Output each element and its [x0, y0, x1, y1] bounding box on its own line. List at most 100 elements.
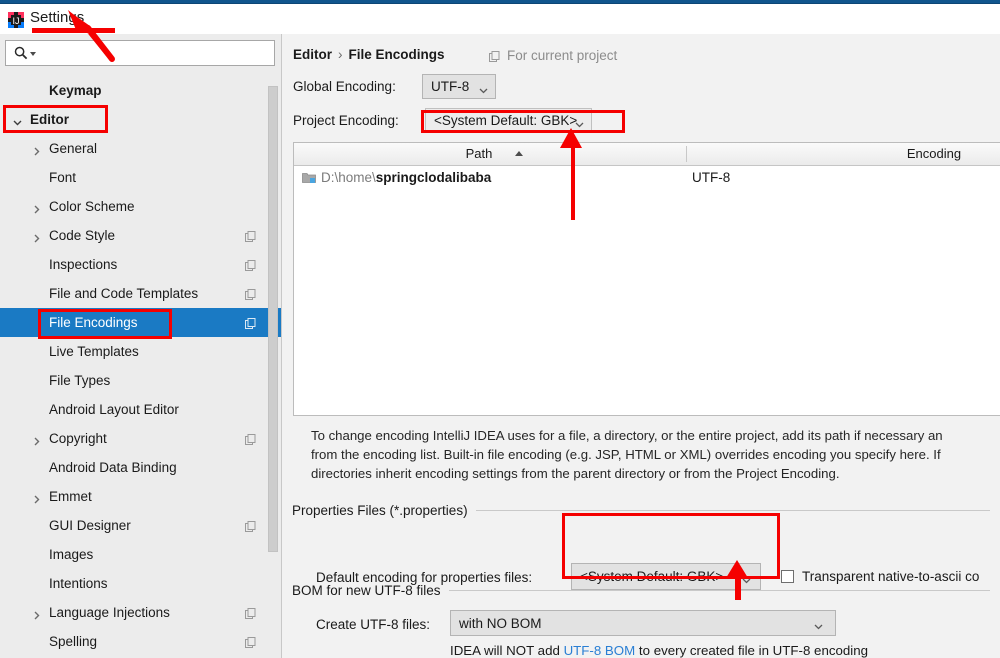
- sidebar-item-android-data-binding[interactable]: Android Data Binding: [0, 453, 281, 482]
- sidebar-item-editor[interactable]: Editor: [0, 105, 281, 134]
- chevron-right-icon[interactable]: [32, 492, 41, 504]
- sidebar-item-inspections[interactable]: Inspections: [0, 250, 281, 279]
- bom-hint-link[interactable]: UTF-8 BOM: [564, 643, 636, 658]
- table-row[interactable]: D:\home\springclodalibaba UTF-8: [294, 166, 1000, 190]
- sidebar-item-gui-designer[interactable]: GUI Designer: [0, 511, 281, 540]
- description-line-3: directories inherit encoding settings fr…: [311, 466, 840, 481]
- sidebar-item-label: Color Scheme: [49, 199, 135, 214]
- sidebar-item-label: Language Injections: [49, 605, 170, 620]
- sidebar-item-label: Spelling: [49, 634, 98, 649]
- search-input[interactable]: [5, 40, 275, 66]
- column-divider[interactable]: [686, 146, 687, 162]
- path-name: springclodalibaba: [375, 170, 492, 185]
- properties-group-divider: [476, 510, 990, 511]
- create-utf8-files-combo[interactable]: with NO BOM: [450, 610, 836, 636]
- sidebar-item-language-injections[interactable]: Language Injections: [0, 598, 281, 627]
- search-filter-chevron-icon[interactable]: [30, 52, 36, 56]
- intellij-idea-icon: IJ: [8, 12, 24, 28]
- default-properties-encoding-value: <System Default: GBK>: [580, 569, 724, 584]
- bom-group-title: BOM for new UTF-8 files: [292, 583, 441, 598]
- sidebar-item-intentions[interactable]: Intentions: [0, 569, 281, 598]
- sidebar-item-label: Inspections: [49, 257, 118, 272]
- chevron-down-icon: [479, 83, 488, 94]
- sidebar-item-font[interactable]: Font: [0, 163, 281, 192]
- encodings-description: To change encoding IntelliJ IDEA uses fo…: [311, 426, 1000, 483]
- global-encoding-combo[interactable]: UTF-8: [422, 74, 496, 99]
- sidebar-item-spelling[interactable]: Spelling: [0, 627, 281, 656]
- sidebar-item-label: File Types: [49, 373, 111, 388]
- bom-group-divider: [449, 590, 990, 591]
- description-line-1: To change encoding IntelliJ IDEA uses fo…: [311, 428, 943, 443]
- sidebar-item-label: GUI Designer: [49, 518, 131, 533]
- encodings-table[interactable]: Path Encoding D:\home\springclodalibaba: [293, 142, 1000, 416]
- copy-settings-icon: [245, 230, 256, 242]
- chevron-right-icon[interactable]: [32, 608, 41, 620]
- sidebar-item-keymap[interactable]: Keymap: [0, 76, 281, 105]
- bom-hint-after: to every created file in UTF-8 encoding: [635, 643, 869, 658]
- sidebar-item-label: Copyright: [49, 431, 107, 446]
- chevron-right-icon[interactable]: [32, 144, 41, 156]
- breadcrumb-parent[interactable]: Editor: [293, 47, 332, 62]
- copy-settings-icon: [245, 259, 256, 271]
- sidebar-item-images[interactable]: Images: [0, 540, 281, 569]
- copy-settings-icon: [245, 636, 256, 648]
- copy-settings-icon: [245, 520, 256, 532]
- sidebar-item-file-and-code-templates[interactable]: File and Code Templates: [0, 279, 281, 308]
- table-cell-encoding[interactable]: UTF-8: [692, 170, 730, 185]
- sidebar-item-code-style[interactable]: Code Style: [0, 221, 281, 250]
- svg-text:IJ: IJ: [12, 16, 19, 26]
- chevron-right-icon[interactable]: [32, 434, 41, 446]
- sidebar-item-label: File Encodings: [49, 315, 138, 330]
- settings-dialog-window: IJ Settings Keymap Editor General Font Color…: [0, 0, 1000, 658]
- project-encoding-label: Project Encoding:: [293, 113, 399, 128]
- sidebar-item-file-types[interactable]: File Types: [0, 366, 281, 395]
- table-cell-path: D:\home\springclodalibaba: [321, 170, 491, 185]
- sidebar-item-color-scheme[interactable]: Color Scheme: [0, 192, 281, 221]
- sidebar-item-live-templates[interactable]: Live Templates: [0, 337, 281, 366]
- sidebar-item-android-layout-editor[interactable]: Android Layout Editor: [0, 395, 281, 424]
- sidebar-item-label: Live Templates: [49, 344, 139, 359]
- default-properties-encoding-combo[interactable]: <System Default: GBK>: [571, 563, 761, 590]
- sidebar-item-label: Android Layout Editor: [49, 402, 179, 417]
- for-current-project-badge: For current project: [489, 48, 618, 63]
- create-utf8-files-value: with NO BOM: [459, 615, 542, 631]
- sidebar-item-label: Font: [49, 170, 77, 185]
- create-utf8-files-label: Create UTF-8 files:: [316, 617, 431, 632]
- chevron-down-icon: [575, 117, 584, 128]
- sidebar-item-copyright[interactable]: Copyright: [0, 424, 281, 453]
- table-header: Path Encoding: [294, 143, 1000, 166]
- chevron-down-icon: [814, 619, 823, 630]
- project-encoding-value: <System Default: GBK>: [434, 113, 578, 128]
- chevron-right-icon[interactable]: [32, 202, 41, 214]
- path-prefix: D:\home\: [321, 170, 376, 185]
- dialog-title-bar: IJ Settings: [0, 4, 1000, 34]
- bom-hint-before: IDEA will NOT add: [450, 643, 564, 658]
- settings-tree: Keymap Editor General Font Color Scheme Code …: [0, 76, 281, 658]
- sidebar-scrollbar-thumb[interactable]: [268, 86, 278, 552]
- sidebar-item-label: General: [49, 141, 98, 156]
- for-current-project-label: For current project: [507, 48, 618, 63]
- chevron-down-icon[interactable]: [13, 115, 22, 126]
- global-encoding-label: Global Encoding:: [293, 79, 396, 94]
- chevron-right-icon[interactable]: [32, 231, 41, 243]
- column-header-encoding[interactable]: Encoding: [864, 146, 1000, 161]
- sidebar-item-label: Keymap: [49, 83, 102, 98]
- chevron-down-icon: [742, 573, 751, 584]
- search-icon: [14, 46, 28, 60]
- copy-settings-icon: [245, 288, 256, 300]
- sidebar-item-general[interactable]: General: [0, 134, 281, 163]
- sidebar-item-label: Android Data Binding: [49, 460, 177, 475]
- copy-settings-icon: [245, 607, 256, 619]
- breadcrumb: Editor › File Encodings: [293, 47, 445, 62]
- transparent-native-to-ascii-checkbox[interactable]: [781, 570, 794, 583]
- settings-content-pane: Editor › File Encodings For current projec…: [282, 34, 1000, 658]
- global-encoding-value: UTF-8: [431, 79, 470, 94]
- project-folder-icon: [302, 171, 316, 184]
- copy-settings-icon: [489, 50, 500, 62]
- bom-hint: IDEA will NOT add UTF-8 BOM to every cre…: [450, 643, 868, 658]
- sidebar-item-file-encodings[interactable]: File Encodings: [0, 308, 281, 337]
- sort-ascending-icon: [515, 151, 523, 156]
- project-encoding-combo[interactable]: <System Default: GBK>: [425, 108, 592, 133]
- sidebar-item-label: Emmet: [49, 489, 92, 504]
- sidebar-item-emmet[interactable]: Emmet: [0, 482, 281, 511]
